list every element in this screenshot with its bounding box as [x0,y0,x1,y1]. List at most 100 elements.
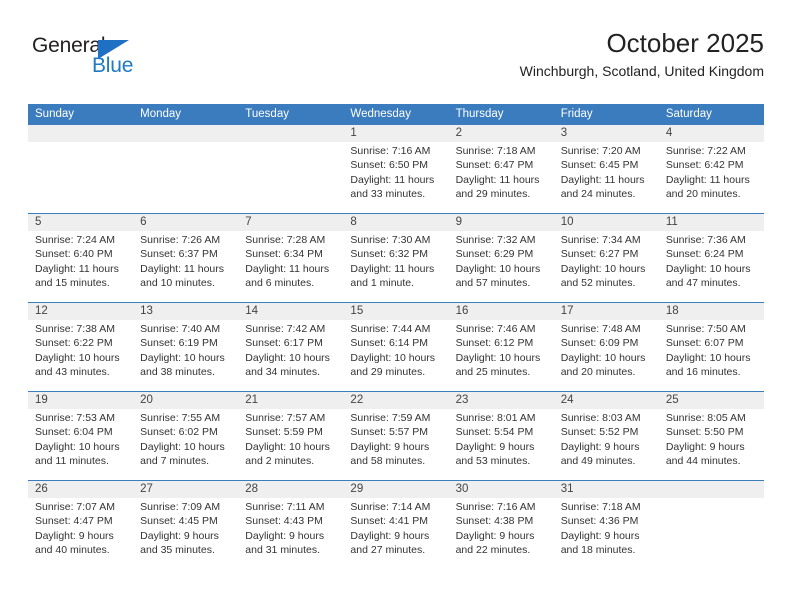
day-cell[interactable]: Sunrise: 7:18 AM Sunset: 4:36 PM Daylight:… [554,498,659,569]
day-number[interactable]: 26 [28,481,133,498]
day-number[interactable]: 11 [659,214,764,231]
day-number[interactable]: 17 [554,303,659,320]
day-number[interactable]: 24 [554,392,659,409]
sunset-text: Sunset: 6:22 PM [35,337,113,350]
daylight-text-cont: and 6 minutes. [245,276,315,289]
daylight-text: Daylight: 10 hours [35,351,120,364]
day-number[interactable]: 15 [343,303,448,320]
day-cell[interactable]: Sunrise: 7:11 AM Sunset: 4:43 PM Daylight:… [238,498,343,569]
day-cell[interactable]: Sunrise: 7:48 AM Sunset: 6:09 PM Daylight:… [554,320,659,391]
day-number[interactable]: 28 [238,481,343,498]
day-cell[interactable]: Sunrise: 8:03 AM Sunset: 5:52 PM Daylight:… [554,409,659,480]
daylight-text-cont: and 47 minutes. [665,276,741,289]
sunrise-text: Sunrise: 7:07 AM [35,501,115,513]
day-cell[interactable]: Sunrise: 7:55 AM Sunset: 6:02 PM Daylight:… [133,409,238,480]
daylight-text: Daylight: 10 hours [140,440,225,453]
day-cell[interactable]: Sunrise: 7:26 AM Sunset: 6:37 PM Daylight:… [133,231,238,302]
weekday-header-row: Sunday Monday Tuesday Wednesday Thursday Frid… [28,104,764,125]
day-number[interactable]: 23 [449,392,554,409]
day-number[interactable]: 5 [28,214,133,231]
daylight-text-cont: and 11 minutes. [35,454,109,467]
day-number[interactable]: 31 [554,481,659,498]
sunset-text: Sunset: 6:27 PM [560,248,639,261]
daylight-text: Daylight: 11 hours [560,173,645,186]
day-number-empty [659,481,764,498]
sunset-text: Sunset: 6:29 PM [455,248,534,261]
day-cell[interactable]: Sunrise: 7:44 AM Sunset: 6:14 PM Daylight:… [343,320,448,391]
sunrise-text: Sunrise: 7:55 AM [140,412,221,424]
sunrise-text: Sunrise: 7:16 AM [350,145,431,157]
daylight-text-cont: and 33 minutes. [350,187,426,200]
day-cell[interactable]: Sunrise: 7:53 AM Sunset: 6:04 PM Daylight:… [28,409,133,480]
day-cell[interactable]: Sunrise: 7:38 AM Sunset: 6:22 PM Daylight:… [28,320,133,391]
day-cell[interactable]: Sunrise: 7:40 AM Sunset: 6:19 PM Daylight:… [133,320,238,391]
day-number[interactable]: 20 [133,392,238,409]
day-number[interactable]: 10 [554,214,659,231]
day-number[interactable]: 16 [449,303,554,320]
daylight-text-cont: and 25 minutes. [455,365,531,378]
day-number[interactable]: 25 [659,392,764,409]
day-cell[interactable]: Sunrise: 7:30 AM Sunset: 6:32 PM Daylight:… [343,231,448,302]
day-cell[interactable]: Sunrise: 7:34 AM Sunset: 6:27 PM Daylight:… [554,231,659,302]
sunset-text: Sunset: 4:38 PM [455,515,534,528]
day-cell[interactable]: Sunrise: 7:46 AM Sunset: 6:12 PM Daylight:… [449,320,554,391]
day-number[interactable]: 14 [238,303,343,320]
day-cell[interactable]: Sunrise: 8:05 AM Sunset: 5:50 PM Daylight:… [659,409,764,480]
day-number[interactable]: 13 [133,303,238,320]
day-number[interactable]: 9 [449,214,554,231]
calendar-week-row: 12 13 14 15 16 17 18 Sunrise: 7:38 AM Sunset: 6:… [28,302,764,391]
day-cell[interactable]: Sunrise: 7:28 AM Sunset: 6:34 PM Daylight:… [238,231,343,302]
day-number[interactable]: 29 [343,481,448,498]
day-cell[interactable]: Sunrise: 7:22 AM Sunset: 6:42 PM Daylight:… [659,142,764,213]
day-number[interactable]: 8 [343,214,448,231]
day-cell[interactable]: Sunrise: 7:32 AM Sunset: 6:29 PM Daylight:… [449,231,554,302]
day-number[interactable]: 19 [28,392,133,409]
day-cell[interactable]: Sunrise: 7:50 AM Sunset: 6:07 PM Daylight:… [659,320,764,391]
sunrise-text: Sunrise: 7:42 AM [245,323,326,335]
page-title: October 2025 [606,28,764,58]
day-number[interactable]: 18 [659,303,764,320]
daylight-text: Daylight: 11 hours [665,173,750,186]
sunset-text: Sunset: 6:34 PM [245,248,323,261]
day-cell[interactable]: Sunrise: 7:18 AM Sunset: 6:47 PM Daylight:… [449,142,554,213]
sunrise-text: Sunrise: 8:01 AM [455,412,536,424]
day-cell[interactable]: Sunrise: 7:24 AM Sunset: 6:40 PM Daylight:… [28,231,133,302]
day-cell[interactable]: Sunrise: 7:16 AM Sunset: 4:38 PM Daylight:… [449,498,554,569]
day-number[interactable]: 1 [343,125,448,142]
day-cell[interactable]: Sunrise: 8:01 AM Sunset: 5:54 PM Daylight:… [449,409,554,480]
day-cell[interactable]: Sunrise: 7:07 AM Sunset: 4:47 PM Daylight:… [28,498,133,569]
day-number[interactable]: 3 [554,125,659,142]
daylight-text: Daylight: 10 hours [560,262,646,275]
day-number[interactable]: 27 [133,481,238,498]
day-cell[interactable]: Sunrise: 7:20 AM Sunset: 6:45 PM Daylight:… [554,142,659,213]
day-number[interactable]: 2 [449,125,554,142]
day-cell[interactable]: Sunrise: 7:42 AM Sunset: 6:17 PM Daylight:… [238,320,343,391]
sunrise-text: Sunrise: 7:30 AM [350,234,431,246]
day-cell[interactable]: Sunrise: 7:09 AM Sunset: 4:45 PM Daylight:… [133,498,238,569]
day-number[interactable]: 30 [449,481,554,498]
daylight-text: Daylight: 9 hours [455,529,535,542]
sunrise-text: Sunrise: 7:09 AM [140,501,221,513]
daylight-text: Daylight: 9 hours [350,529,430,542]
day-number[interactable]: 21 [238,392,343,409]
sunrise-text: Sunrise: 7:18 AM [455,145,536,157]
sunset-text: Sunset: 4:43 PM [245,515,323,528]
day-number[interactable]: 22 [343,392,448,409]
daylight-text: Daylight: 10 hours [245,440,330,453]
day-cell[interactable]: Sunrise: 7:16 AM Sunset: 6:50 PM Daylight:… [343,142,448,213]
sunrise-text: Sunrise: 7:44 AM [350,323,431,335]
day-number[interactable]: 12 [28,303,133,320]
general-blue-logo[interactable]: General Blue [32,34,172,86]
sunrise-text: Sunrise: 8:03 AM [560,412,641,424]
day-cell[interactable]: Sunrise: 7:57 AM Sunset: 5:59 PM Daylight:… [238,409,343,480]
daylight-text-cont: and 53 minutes. [455,454,531,467]
daylight-text: Daylight: 9 hours [455,440,535,453]
day-number[interactable]: 4 [659,125,764,142]
day-number[interactable]: 7 [238,214,343,231]
daylight-text: Daylight: 9 hours [560,440,640,453]
day-cell[interactable]: Sunrise: 7:14 AM Sunset: 4:41 PM Daylight:… [343,498,448,569]
day-number[interactable]: 6 [133,214,238,231]
day-cell[interactable]: Sunrise: 7:36 AM Sunset: 6:24 PM Daylight:… [659,231,764,302]
week-detail-band: Sunrise: 7:24 AM Sunset: 6:40 PM Daylight:… [28,231,764,302]
day-cell[interactable]: Sunrise: 7:59 AM Sunset: 5:57 PM Daylight:… [343,409,448,480]
